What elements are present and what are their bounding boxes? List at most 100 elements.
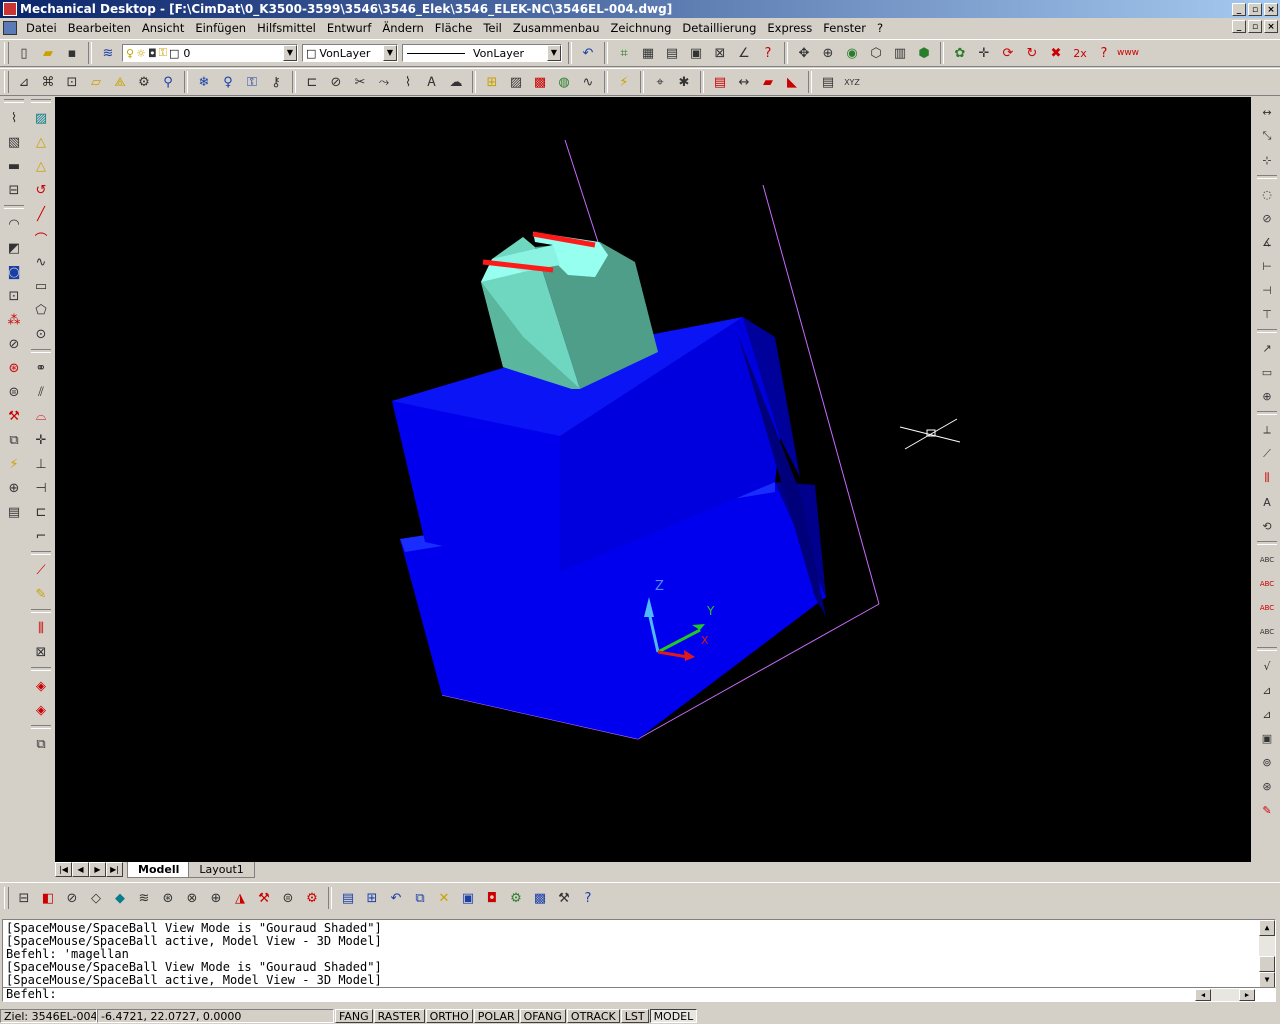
work-axis-icon[interactable]: ⊕ bbox=[3, 477, 25, 499]
command-hscrollbar[interactable]: ◀ ▶ bbox=[1195, 989, 1255, 1001]
dim-linear-icon[interactable]: ↔ bbox=[1256, 101, 1278, 123]
revcloud-icon[interactable]: ☁ bbox=[445, 71, 467, 93]
status-lst-button[interactable]: LST bbox=[620, 1009, 649, 1023]
weld-icon[interactable]: ⊿ bbox=[1256, 679, 1278, 701]
abc-text-3-icon[interactable]: ABC bbox=[1256, 597, 1278, 619]
menu-help[interactable]: ? bbox=[872, 21, 889, 35]
scroll-right-button[interactable]: ▶ bbox=[1239, 989, 1255, 1001]
open-icon[interactable]: ▰ bbox=[37, 42, 59, 64]
shell-icon[interactable]: ⊡ bbox=[3, 285, 25, 307]
dim-edit-icon[interactable]: ⟂ bbox=[1256, 419, 1278, 441]
surface-rough-icon[interactable]: √ bbox=[1256, 655, 1278, 677]
cam-project-icon[interactable]: ⊕ bbox=[205, 887, 227, 909]
next-tab-button[interactable]: ▶ bbox=[89, 862, 106, 877]
match-prop-icon[interactable]: ⫼ bbox=[30, 617, 52, 639]
status-fang-button[interactable]: FANG bbox=[335, 1009, 373, 1023]
zoom-realtime-icon[interactable]: ⊕ bbox=[817, 42, 839, 64]
hatch-icon[interactable]: ▨ bbox=[505, 71, 527, 93]
feature-control-icon[interactable]: ▣ bbox=[1256, 727, 1278, 749]
break-tool-icon[interactable]: ⊏ bbox=[30, 501, 52, 523]
dim-baseline-icon[interactable]: ⊢ bbox=[1256, 255, 1278, 277]
prev-tab-button[interactable]: ◀ bbox=[72, 862, 89, 877]
bulb-icon[interactable]: ♀ bbox=[217, 71, 239, 93]
combine-icon[interactable]: ⊛ bbox=[3, 357, 25, 379]
status-polar-button[interactable]: POLAR bbox=[473, 1009, 519, 1023]
leader-icon[interactable]: ↗ bbox=[1256, 337, 1278, 359]
close-button[interactable]: × bbox=[1264, 2, 1278, 16]
snowflake-icon[interactable]: ❄ bbox=[193, 71, 215, 93]
cam-setup-icon[interactable]: ⊟ bbox=[13, 887, 35, 909]
scroll-down-button[interactable]: ▼ bbox=[1259, 972, 1275, 988]
query-button[interactable]: ? bbox=[1093, 42, 1115, 64]
pan-realtime-icon[interactable]: ✥ bbox=[793, 42, 815, 64]
solid-edit-2-icon[interactable]: ◈ bbox=[30, 699, 52, 721]
abc-text-icon[interactable]: ABC bbox=[1256, 549, 1278, 571]
list-icon[interactable]: ▤ bbox=[817, 71, 839, 93]
toolbar-grip[interactable] bbox=[4, 42, 9, 64]
osnap-icon[interactable]: ✱ bbox=[673, 71, 695, 93]
cam-sim-icon[interactable]: ◮ bbox=[229, 887, 251, 909]
command-scrollbar[interactable]: ▲ ▼ bbox=[1259, 920, 1275, 988]
zoom-2x-button[interactable]: 2x bbox=[1069, 42, 1091, 64]
extend-tool-icon[interactable]: ⊣ bbox=[30, 477, 52, 499]
dim-linear-icon[interactable]: ↔ bbox=[733, 71, 755, 93]
arc-3pt-icon[interactable]: ⌒ bbox=[30, 227, 52, 249]
cam-face-icon[interactable]: ≋ bbox=[133, 887, 155, 909]
layer-lock-icon[interactable]: ⚿ bbox=[241, 71, 263, 93]
solid-red-2-icon[interactable]: ◣ bbox=[781, 71, 803, 93]
offset-icon[interactable]: ⊘ bbox=[325, 71, 347, 93]
shade-icon[interactable]: ⬢ bbox=[913, 42, 935, 64]
dim-style-icon[interactable]: ⟲ bbox=[1256, 515, 1278, 537]
copy-icon[interactable]: ⚭ bbox=[30, 357, 52, 379]
work-point-icon[interactable]: ⚡ bbox=[3, 453, 25, 475]
www-button[interactable]: www bbox=[1117, 42, 1139, 64]
copy-feature-icon[interactable]: ⧉ bbox=[3, 429, 25, 451]
warning-2-icon[interactable]: △ bbox=[30, 155, 52, 177]
extrude-icon[interactable]: ▱ bbox=[85, 71, 107, 93]
save-icon[interactable]: ▪ bbox=[61, 42, 83, 64]
dim-text-icon[interactable]: ⟋ bbox=[1256, 443, 1278, 465]
profile-icon[interactable]: ▧ bbox=[3, 131, 25, 153]
image-icon[interactable]: ▩ bbox=[529, 71, 551, 93]
warning-icon[interactable]: △ bbox=[30, 131, 52, 153]
polygon-icon[interactable]: ⬠ bbox=[30, 299, 52, 321]
split-icon[interactable]: ⊘ bbox=[3, 333, 25, 355]
cam-pocket-icon[interactable]: ◆ bbox=[109, 887, 131, 909]
nc-help-icon[interactable]: ? bbox=[577, 887, 599, 909]
break-icon[interactable]: ⌇ bbox=[397, 71, 419, 93]
edit-note-icon[interactable]: ✎ bbox=[1256, 799, 1278, 821]
new-sketch-icon[interactable]: ▨ bbox=[30, 107, 52, 129]
document-icon[interactable] bbox=[3, 21, 17, 35]
scroll-up-button[interactable]: ▲ bbox=[1259, 920, 1275, 936]
part-icon[interactable]: ⊿ bbox=[13, 71, 35, 93]
solid-red-icon[interactable]: ▰ bbox=[757, 71, 779, 93]
trim-icon[interactable]: ✂ bbox=[349, 71, 371, 93]
properties-icon[interactable]: ▥ bbox=[889, 42, 911, 64]
dim-aligned-icon[interactable]: ⤡ bbox=[1256, 125, 1278, 147]
dim-diameter-icon[interactable]: ⊘ bbox=[1256, 207, 1278, 229]
sketch-icon[interactable]: ⌗ bbox=[613, 42, 635, 64]
surface-cut-icon[interactable]: ⊜ bbox=[3, 381, 25, 403]
waveform-icon[interactable]: ∿ bbox=[577, 71, 599, 93]
menu-teil[interactable]: Teil bbox=[478, 21, 508, 35]
dim-continue-icon[interactable]: ⊣ bbox=[1256, 279, 1278, 301]
chevron-down-icon[interactable]: ▼ bbox=[383, 45, 397, 61]
abc-text-4-icon[interactable]: ABC bbox=[1256, 621, 1278, 643]
center-mark-icon[interactable]: ⊕ bbox=[1256, 385, 1278, 407]
text-abcd-icon[interactable]: Ꭺ bbox=[421, 71, 443, 93]
model-viewport[interactable]: Z Y X bbox=[55, 97, 1251, 862]
toolpath-icon[interactable]: ⊏ bbox=[301, 71, 323, 93]
nc-screen-icon[interactable]: ▩ bbox=[529, 887, 551, 909]
snap-icon[interactable]: ⌖ bbox=[649, 71, 671, 93]
rectangle-icon[interactable]: ▭ bbox=[30, 275, 52, 297]
abc-text-2-icon[interactable]: ABC bbox=[1256, 573, 1278, 595]
doc-minimize-button[interactable]: _ bbox=[1232, 20, 1246, 33]
fillet-icon[interactable]: ◠ bbox=[3, 213, 25, 235]
layer-dropdown[interactable]: ♀ ☼ ◘ ⚿ □ 0 ▼ bbox=[122, 44, 298, 62]
constraint-icon[interactable]: ⚲ bbox=[157, 71, 179, 93]
menu-flaeche[interactable]: Fläche bbox=[430, 21, 479, 35]
undo-icon[interactable]: ↶ bbox=[577, 42, 599, 64]
chamfer-icon[interactable]: ◩ bbox=[3, 237, 25, 259]
menu-entwurf[interactable]: Entwurf bbox=[322, 21, 378, 35]
cam-ruled-icon[interactable]: ⊗ bbox=[181, 887, 203, 909]
